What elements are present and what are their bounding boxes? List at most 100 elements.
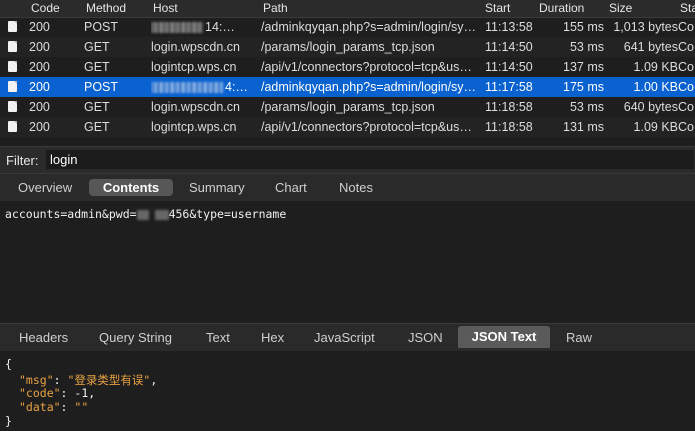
row-code: 200 [29, 40, 50, 54]
row-duration: 175 ms [563, 80, 604, 94]
row-start: 11:13:58 [485, 20, 533, 34]
document-icon [8, 81, 17, 92]
row-code: 200 [29, 120, 50, 134]
filter-input[interactable] [46, 150, 694, 169]
row-host: logintcp.wps.cn [151, 120, 237, 134]
tab-overview[interactable]: Overview [10, 179, 80, 196]
row-method: POST [84, 80, 119, 94]
json-line-data: "data": "" [19, 400, 89, 414]
json-comma: , [88, 386, 96, 400]
row-method: GET [84, 100, 110, 114]
document-icon [8, 61, 17, 72]
row-size: 640 bytes [623, 100, 678, 114]
row-status: Co [678, 80, 694, 94]
tab-contents[interactable]: Contents [89, 179, 173, 196]
row-size: 1,013 bytes [613, 20, 678, 34]
row-status: Co [678, 120, 694, 134]
tab-raw[interactable]: Raw [558, 329, 600, 346]
row-status: Co [678, 100, 694, 114]
row-code: 200 [29, 20, 50, 34]
table-row-selected[interactable]: 200 POST 4:… /adminkqyqan.php?s=admin/lo… [0, 77, 695, 97]
row-start: 11:14:50 [485, 40, 533, 54]
tab-headers[interactable]: Headers [11, 329, 76, 346]
table-row[interactable]: 200 GET login.wpscdn.cn /params/login_pa… [0, 37, 695, 57]
document-icon [8, 41, 17, 52]
row-host: logintcp.wps.cn [151, 60, 237, 74]
tab-summary[interactable]: Summary [181, 179, 253, 196]
row-duration: 53 ms [569, 40, 604, 54]
tab-chart[interactable]: Chart [267, 179, 315, 196]
row-path: /api/v1/connectors?protocol=tcp&us… [261, 120, 472, 134]
column-header-code[interactable]: Code [31, 1, 79, 17]
row-status: Co [678, 40, 694, 54]
document-icon [8, 21, 17, 32]
row-start: 11:17:58 [485, 80, 533, 94]
row-duration: 131 ms [563, 120, 604, 134]
filter-label: Filter: [6, 153, 39, 168]
row-method: GET [84, 40, 110, 54]
filter-bar: Filter: [0, 146, 695, 174]
table-row[interactable]: 200 GET logintcp.wps.cn /api/v1/connecto… [0, 117, 695, 137]
row-path: /adminkqyqan.php?s=admin/login/sy… [261, 80, 477, 94]
row-code: 200 [29, 60, 50, 74]
tab-json-text[interactable]: JSON Text [458, 326, 550, 348]
row-method: GET [84, 60, 110, 74]
column-header-duration[interactable]: Duration [539, 1, 599, 17]
json-open-brace: { [5, 357, 12, 371]
row-path: /params/login_params_tcp.json [261, 100, 435, 114]
tab-hex[interactable]: Hex [253, 329, 292, 346]
row-duration: 53 ms [569, 100, 604, 114]
row-host-suffix: 4:… [225, 80, 248, 94]
json-key: "code" [19, 386, 61, 400]
row-start: 11:18:58 [485, 120, 533, 134]
row-code: 200 [29, 80, 50, 94]
json-close-brace: } [5, 414, 12, 428]
row-start: 11:14:50 [485, 60, 533, 74]
column-header-status[interactable]: Sta [680, 1, 695, 17]
row-size: 1.09 KB [633, 60, 678, 74]
column-header-size[interactable]: Size [609, 1, 669, 17]
column-header-host[interactable]: Host [153, 1, 253, 17]
tab-javascript[interactable]: JavaScript [306, 329, 383, 346]
column-header-method[interactable]: Method [86, 1, 144, 17]
json-comma: , [150, 373, 158, 387]
row-path: /api/v1/connectors?protocol=tcp&us… [261, 60, 472, 74]
row-host: 14:… [151, 17, 258, 37]
row-status: Co [678, 60, 694, 74]
json-value: "登录类型有误" [67, 373, 151, 387]
row-size: 1.00 KB [633, 80, 678, 94]
table-row[interactable]: 200 POST 14:… /adminkqyqan.php?s=admin/l… [0, 17, 695, 37]
row-method: GET [84, 120, 110, 134]
row-duration: 137 ms [563, 60, 604, 74]
request-tab-bar: Overview Contents Summary Chart Notes [0, 174, 695, 201]
row-start: 11:18:58 [485, 100, 533, 114]
redacted-host [151, 22, 203, 34]
row-path: /params/login_params_tcp.json [261, 40, 435, 54]
json-line-code: "code": -1, [19, 386, 96, 400]
redacted-password [154, 209, 169, 220]
request-body-pane: accounts=admin&pwd= 456&type=username [0, 201, 695, 323]
request-table: Code Method Host Path Start Duration Siz… [0, 0, 695, 144]
response-json-pane: { "msg": "登录类型有误", "code": -1, "data": "… [0, 351, 695, 431]
redacted-password [136, 209, 149, 220]
table-row[interactable]: 200 GET logintcp.wps.cn /api/v1/connecto… [0, 57, 695, 77]
tab-notes[interactable]: Notes [331, 179, 381, 196]
row-host: login.wpscdn.cn [151, 100, 240, 114]
column-header-path[interactable]: Path [263, 1, 478, 17]
row-path: /adminkqyqan.php?s=admin/login/sy… [261, 20, 477, 34]
tab-json[interactable]: JSON [400, 329, 451, 346]
json-value: -1 [74, 386, 89, 400]
row-size: 641 bytes [623, 40, 678, 54]
table-row[interactable]: 200 GET login.wpscdn.cn /params/login_pa… [0, 97, 695, 117]
row-host-suffix: 14:… [205, 20, 235, 34]
row-host: 4:… [151, 77, 258, 97]
column-header-start[interactable]: Start [485, 1, 533, 17]
json-value: "" [74, 400, 89, 414]
row-method: POST [84, 20, 119, 34]
table-header: Code Method Host Path Start Duration Siz… [0, 0, 695, 18]
tab-query-string[interactable]: Query String [91, 329, 180, 346]
redacted-host [151, 82, 223, 94]
tab-text[interactable]: Text [198, 329, 238, 346]
row-status: Co [678, 20, 694, 34]
document-icon [8, 121, 17, 132]
